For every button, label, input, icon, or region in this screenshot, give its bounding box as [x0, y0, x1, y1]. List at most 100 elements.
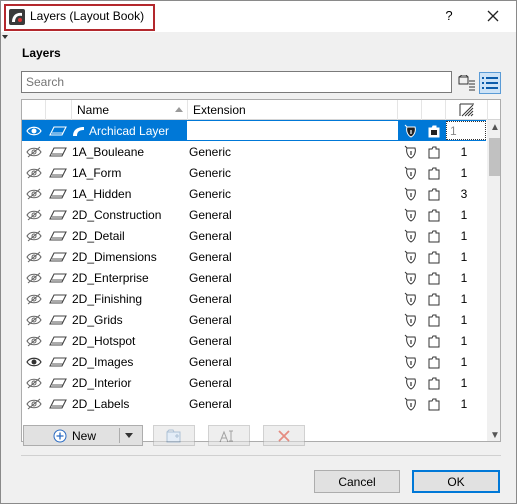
rename-button[interactable] — [208, 425, 250, 446]
wireframe-icon[interactable] — [425, 183, 443, 204]
layer-extension-field[interactable] — [187, 121, 398, 140]
header-lock[interactable] — [46, 100, 72, 120]
solo-icon[interactable] — [402, 225, 420, 246]
solo-icon[interactable] — [402, 246, 420, 267]
eye-hidden-icon[interactable] — [24, 267, 44, 288]
eye-hidden-icon[interactable] — [24, 141, 44, 162]
solo-icon[interactable] — [402, 120, 420, 141]
help-button[interactable]: ? — [441, 8, 457, 24]
solo-icon[interactable] — [402, 393, 420, 414]
new-layer-button[interactable]: New — [23, 425, 143, 446]
table-row[interactable]: 2D_Images General 1 — [22, 351, 486, 372]
wireframe-icon[interactable] — [425, 372, 443, 393]
eye-hidden-icon[interactable] — [24, 309, 44, 330]
header-name[interactable]: Name — [72, 100, 188, 120]
list-view-button[interactable] — [479, 72, 501, 94]
wireframe-icon[interactable] — [425, 162, 443, 183]
intersection-group-value[interactable]: 1 — [450, 309, 478, 330]
layer-lock-icon[interactable] — [46, 183, 70, 204]
layer-lock-icon[interactable] — [46, 162, 70, 183]
wireframe-icon[interactable] — [425, 120, 443, 141]
eye-icon[interactable] — [24, 351, 44, 372]
header-visibility[interactable] — [22, 100, 46, 120]
ok-button[interactable]: OK — [412, 470, 500, 493]
solo-icon[interactable] — [402, 288, 420, 309]
table-row[interactable]: 2D_Labels General 1 — [22, 393, 486, 414]
intersection-group-value[interactable]: 1 — [450, 141, 478, 162]
close-icon[interactable] — [484, 7, 502, 25]
scroll-thumb[interactable] — [489, 138, 500, 176]
eye-hidden-icon[interactable] — [24, 162, 44, 183]
solo-icon[interactable] — [402, 330, 420, 351]
cancel-button[interactable]: Cancel — [314, 470, 400, 493]
wireframe-icon[interactable] — [425, 309, 443, 330]
header-intersection-group[interactable] — [446, 100, 488, 120]
table-row[interactable]: 2D_Detail General 1 — [22, 225, 486, 246]
layer-lock-icon[interactable] — [46, 225, 70, 246]
table-row[interactable]: 2D_Interior General 1 — [22, 372, 486, 393]
intersection-group-value[interactable]: 1 — [450, 204, 478, 225]
layer-lock-icon[interactable] — [46, 120, 70, 141]
wireframe-icon[interactable] — [425, 267, 443, 288]
eye-hidden-icon[interactable] — [24, 330, 44, 351]
wireframe-icon[interactable] — [425, 246, 443, 267]
eye-hidden-icon[interactable] — [24, 246, 44, 267]
header-solo[interactable] — [398, 100, 422, 120]
layer-lock-icon[interactable] — [46, 141, 70, 162]
table-row[interactable]: 1A_Form Generic 1 — [22, 162, 486, 183]
layer-lock-icon[interactable] — [46, 288, 70, 309]
table-row[interactable]: 2D_Enterprise General 1 — [22, 267, 486, 288]
table-row[interactable]: 2D_Dimensions General 1 — [22, 246, 486, 267]
solo-icon[interactable] — [402, 351, 420, 372]
eye-hidden-icon[interactable] — [24, 225, 44, 246]
intersection-group-field[interactable]: 1 — [446, 121, 486, 140]
solo-icon[interactable] — [402, 204, 420, 225]
scroll-down-icon[interactable]: ▼ — [490, 430, 500, 441]
solo-icon[interactable] — [402, 372, 420, 393]
intersection-group-value[interactable]: 1 — [450, 372, 478, 393]
eye-hidden-icon[interactable] — [24, 393, 44, 414]
wireframe-icon[interactable] — [425, 141, 443, 162]
solo-icon[interactable] — [402, 162, 420, 183]
intersection-group-value[interactable]: 1 — [450, 351, 478, 372]
intersection-group-value[interactable]: 1 — [450, 246, 478, 267]
solo-icon[interactable] — [402, 309, 420, 330]
scroll-up-icon[interactable]: ▲ — [490, 122, 500, 133]
chevron-down-icon[interactable] — [125, 433, 133, 438]
intersection-group-value[interactable]: 1 — [450, 288, 478, 309]
eye-hidden-icon[interactable] — [24, 183, 44, 204]
intersection-group-value[interactable]: 3 — [450, 183, 478, 204]
eye-icon[interactable] — [24, 120, 44, 141]
layer-lock-icon[interactable] — [46, 267, 70, 288]
vertical-scrollbar[interactable]: ▲ ▼ — [487, 120, 500, 441]
intersection-group-value[interactable]: 1 — [450, 162, 478, 183]
table-row[interactable]: Archicad Layer 1 — [22, 120, 486, 141]
table-row[interactable]: 1A_Bouleane Generic 1 — [22, 141, 486, 162]
header-extension[interactable]: Extension — [188, 100, 398, 120]
eye-hidden-icon[interactable] — [24, 288, 44, 309]
wireframe-icon[interactable] — [425, 330, 443, 351]
search-input[interactable] — [21, 71, 452, 93]
intersection-group-value[interactable]: 1 — [450, 393, 478, 414]
layer-combination-button[interactable] — [153, 425, 195, 446]
layer-lock-icon[interactable] — [46, 204, 70, 225]
layer-lock-icon[interactable] — [46, 309, 70, 330]
layer-lock-icon[interactable] — [46, 246, 70, 267]
solo-icon[interactable] — [402, 267, 420, 288]
table-row[interactable]: 1A_Hidden Generic 3 — [22, 183, 486, 204]
solo-icon[interactable] — [402, 183, 420, 204]
wireframe-icon[interactable] — [425, 351, 443, 372]
solo-icon[interactable] — [402, 141, 420, 162]
layer-lock-icon[interactable] — [46, 393, 70, 414]
header-wireframe[interactable] — [422, 100, 446, 120]
table-row[interactable]: 2D_Construction General 1 — [22, 204, 486, 225]
wireframe-icon[interactable] — [425, 225, 443, 246]
tree-view-button[interactable] — [456, 72, 478, 94]
delete-button[interactable] — [263, 425, 305, 446]
wireframe-icon[interactable] — [425, 288, 443, 309]
intersection-group-value[interactable]: 1 — [450, 267, 478, 288]
wireframe-icon[interactable] — [425, 204, 443, 225]
intersection-group-value[interactable]: 1 — [450, 225, 478, 246]
layer-lock-icon[interactable] — [46, 351, 70, 372]
layer-lock-icon[interactable] — [46, 372, 70, 393]
